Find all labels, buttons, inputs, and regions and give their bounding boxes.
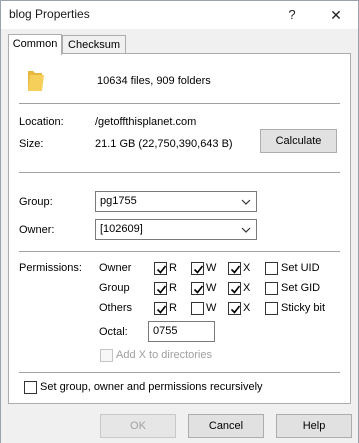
group-read-checkbox[interactable] — [154, 282, 167, 295]
calculate-button[interactable]: Calculate — [260, 129, 337, 153]
owner-exec-checkbox[interactable] — [228, 262, 241, 275]
permissions-label: Permissions: — [19, 262, 82, 274]
tab-common[interactable]: Common — [8, 34, 62, 55]
separator — [19, 251, 340, 252]
read-label: R — [169, 262, 177, 274]
owner-label: Owner: — [19, 224, 55, 236]
exec-label: X — [243, 302, 251, 314]
owner-value: [102609] — [100, 223, 143, 235]
group-select[interactable]: pg1755 — [95, 191, 257, 212]
write-label: W — [206, 282, 217, 294]
separator — [19, 103, 340, 104]
octal-value: 0755 — [153, 325, 178, 337]
separator — [19, 372, 340, 373]
sticky-bit-checkbox[interactable] — [265, 302, 278, 315]
read-label: R — [169, 302, 177, 314]
others-write-checkbox[interactable] — [191, 302, 204, 315]
chevron-down-icon — [241, 199, 251, 205]
common-panel: 10634 files, 909 folders Location: /geto… — [8, 53, 351, 404]
ok-button[interactable]: OK — [100, 414, 176, 438]
location-label: Location: — [19, 116, 64, 128]
owner-select[interactable]: [102609] — [95, 219, 257, 240]
size-value: 21.1 GB (22,750,390,643 B) — [95, 138, 233, 150]
perm-row-others-label: Others — [99, 302, 133, 314]
write-label: W — [206, 302, 217, 314]
octal-input[interactable]: 0755 — [148, 321, 215, 342]
title-bar: blog Properties ? ✕ — [1, 1, 358, 29]
add-x-checkbox[interactable] — [100, 349, 113, 362]
close-button[interactable]: ✕ — [319, 1, 353, 29]
group-value: pg1755 — [100, 195, 137, 207]
set-uid-label: Set UID — [281, 262, 320, 274]
file-count: 10634 files, 909 folders — [97, 75, 211, 87]
folder-icon — [28, 71, 44, 91]
exec-label: X — [243, 282, 251, 294]
exec-label: X — [243, 262, 251, 274]
set-uid-checkbox[interactable] — [265, 262, 278, 275]
perm-row-owner-label: Owner — [99, 262, 132, 274]
set-gid-label: Set GID — [281, 282, 321, 294]
owner-write-checkbox[interactable] — [191, 262, 204, 275]
group-exec-checkbox[interactable] — [228, 282, 241, 295]
window-title: blog Properties — [9, 7, 90, 21]
octal-label: Octal: — [99, 326, 128, 338]
help-button[interactable]: Help — [276, 414, 352, 438]
size-label: Size: — [19, 138, 44, 150]
write-label: W — [206, 262, 217, 274]
recursive-checkbox[interactable] — [24, 381, 37, 394]
group-write-checkbox[interactable] — [191, 282, 204, 295]
others-read-checkbox[interactable] — [154, 302, 167, 315]
read-label: R — [169, 282, 177, 294]
others-exec-checkbox[interactable] — [228, 302, 241, 315]
add-x-label: Add X to directories — [116, 349, 212, 361]
perm-row-group-label: Group — [99, 282, 130, 294]
chevron-down-icon — [241, 227, 251, 233]
owner-read-checkbox[interactable] — [154, 262, 167, 275]
recursive-label: Set group, owner and permissions recursi… — [40, 381, 263, 393]
location-value: /getoffthisplanet.com — [95, 116, 197, 128]
tab-checksum[interactable]: Checksum — [62, 35, 126, 54]
separator — [19, 172, 340, 173]
group-label: Group: — [19, 196, 53, 208]
set-gid-checkbox[interactable] — [265, 282, 278, 295]
sticky-bit-label: Sticky bit — [281, 302, 326, 314]
properties-dialog: blog Properties ? ✕ Common Checksum 1063… — [0, 0, 359, 443]
button-bar: OK Cancel Help — [1, 404, 358, 443]
help-title-button[interactable]: ? — [275, 1, 309, 29]
cancel-button[interactable]: Cancel — [188, 414, 264, 438]
